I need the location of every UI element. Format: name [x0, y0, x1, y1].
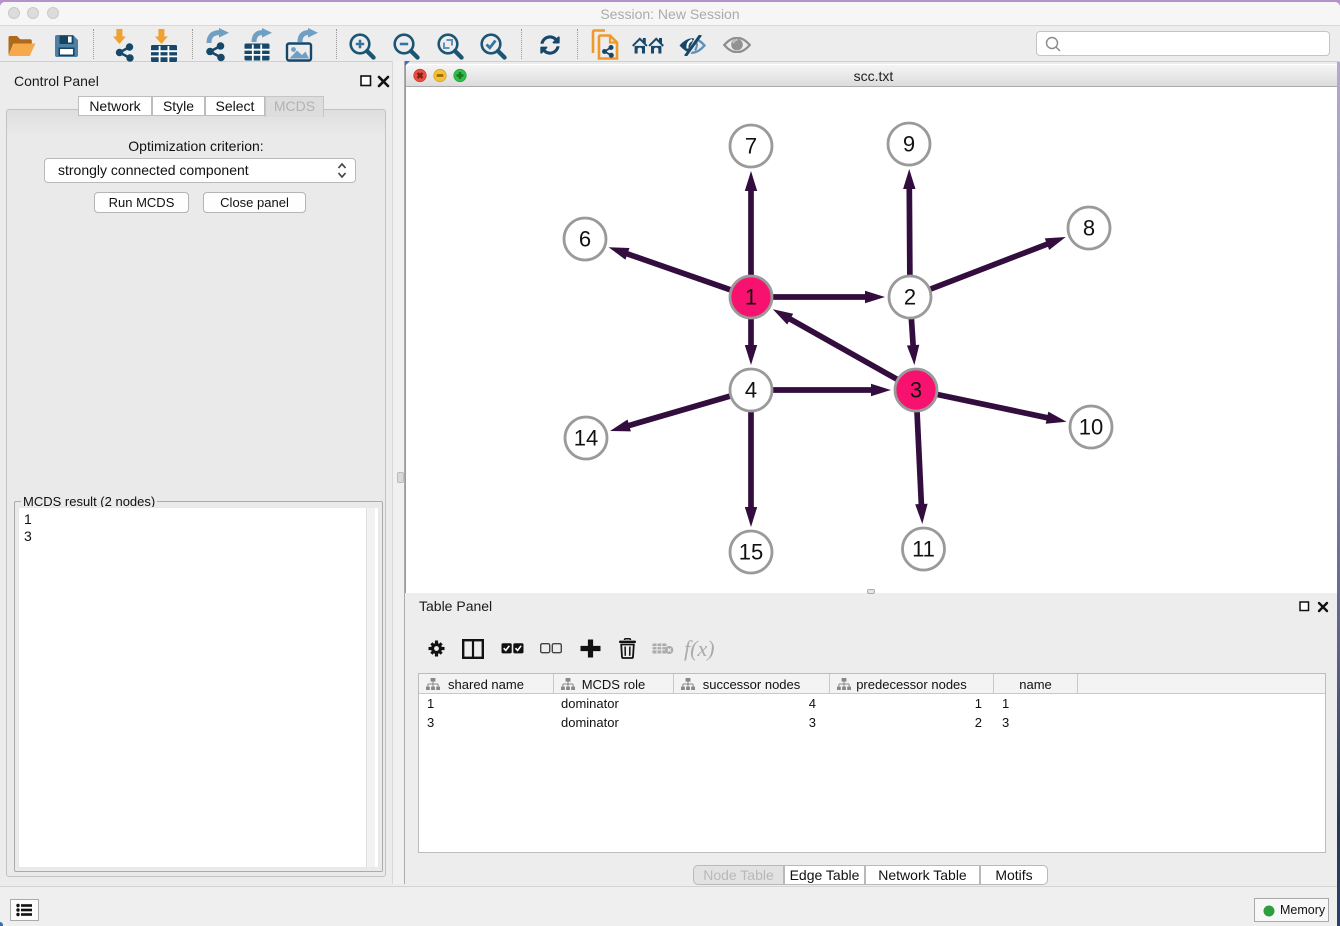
svg-text:14: 14 [574, 426, 598, 451]
svg-text:3: 3 [910, 378, 922, 403]
svg-text:11: 11 [912, 537, 935, 562]
svg-text:1: 1 [745, 285, 757, 310]
svg-text:4: 4 [745, 378, 757, 403]
svg-text:10: 10 [1079, 415, 1103, 440]
svg-text:15: 15 [739, 540, 763, 565]
svg-text:7: 7 [745, 134, 757, 159]
svg-text:9: 9 [903, 132, 915, 157]
svg-text:6: 6 [579, 227, 591, 252]
svg-text:8: 8 [1083, 216, 1095, 241]
svg-text:2: 2 [904, 285, 916, 310]
